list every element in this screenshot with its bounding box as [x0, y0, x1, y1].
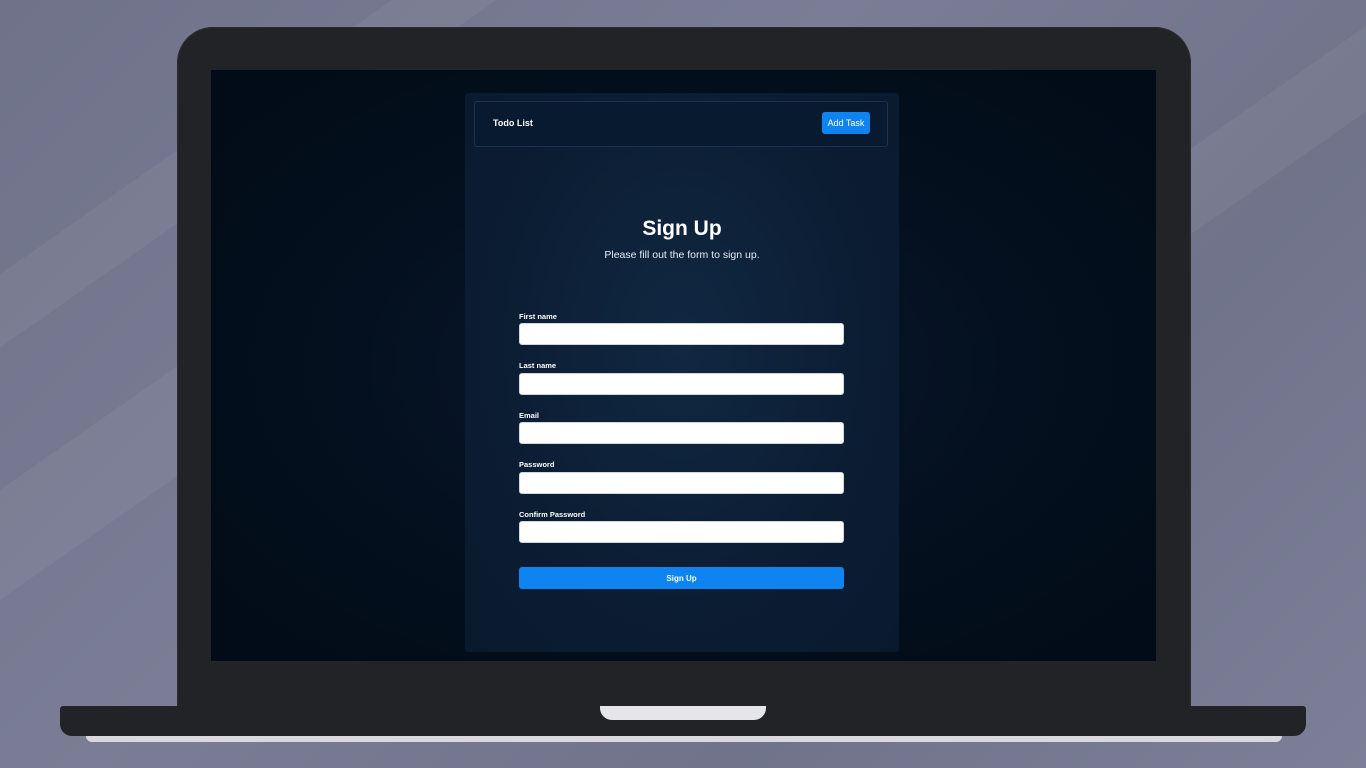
last-name-label: Last name — [519, 361, 557, 370]
password-input[interactable] — [519, 472, 844, 494]
first-name-label: First name — [519, 312, 557, 321]
last-name-input[interactable] — [519, 373, 844, 395]
page-title: Sign Up — [642, 217, 722, 240]
brand-title: Todo List — [493, 118, 533, 128]
confirm-password-input[interactable] — [519, 521, 844, 543]
first-name-input[interactable] — [519, 323, 844, 345]
laptop-notch — [600, 706, 766, 720]
password-label: Password — [519, 460, 555, 469]
confirm-password-label: Confirm Password — [519, 510, 586, 519]
laptop-screen: Todo List Add Task Sign Up Please fill o… — [211, 70, 1156, 661]
add-task-button[interactable]: Add Task — [822, 112, 870, 134]
sign-up-button[interactable]: Sign Up — [519, 567, 844, 589]
app-panel: Todo List Add Task Sign Up Please fill o… — [465, 93, 899, 652]
navbar: Todo List Add Task — [474, 101, 888, 147]
email-label: Email — [519, 411, 540, 420]
page-subtitle: Please fill out the form to sign up. — [604, 249, 760, 261]
laptop-base — [60, 706, 1306, 736]
email-input[interactable] — [519, 422, 844, 444]
laptop-foot — [86, 736, 1282, 742]
